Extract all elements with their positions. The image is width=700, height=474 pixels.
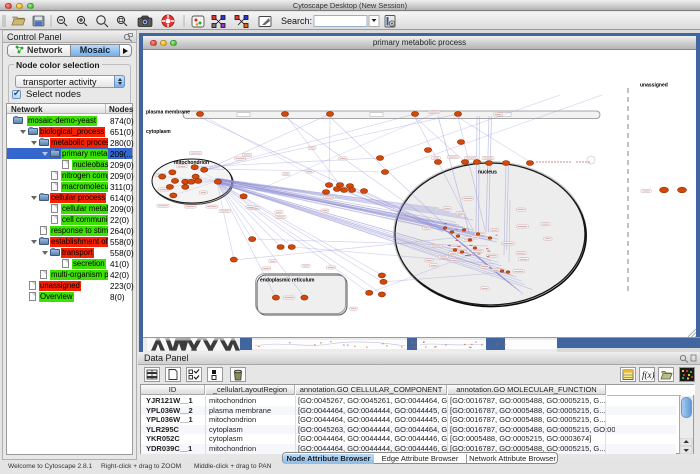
svg-text:endoplasmic reticulum: endoplasmic reticulum [260, 278, 315, 284]
svg-text:nucleus: nucleus [478, 170, 497, 176]
svg-text:Search:: Search: [281, 16, 312, 26]
svg-text:f(x): f(x) [642, 370, 654, 380]
svg-text:cytoplasm: cytoplasm [146, 129, 171, 135]
svg-text:unassigned: unassigned [640, 83, 668, 89]
svg-text:mitochondrion: mitochondrion [174, 160, 209, 166]
svg-text:plasma membrane: plasma membrane [146, 110, 190, 116]
